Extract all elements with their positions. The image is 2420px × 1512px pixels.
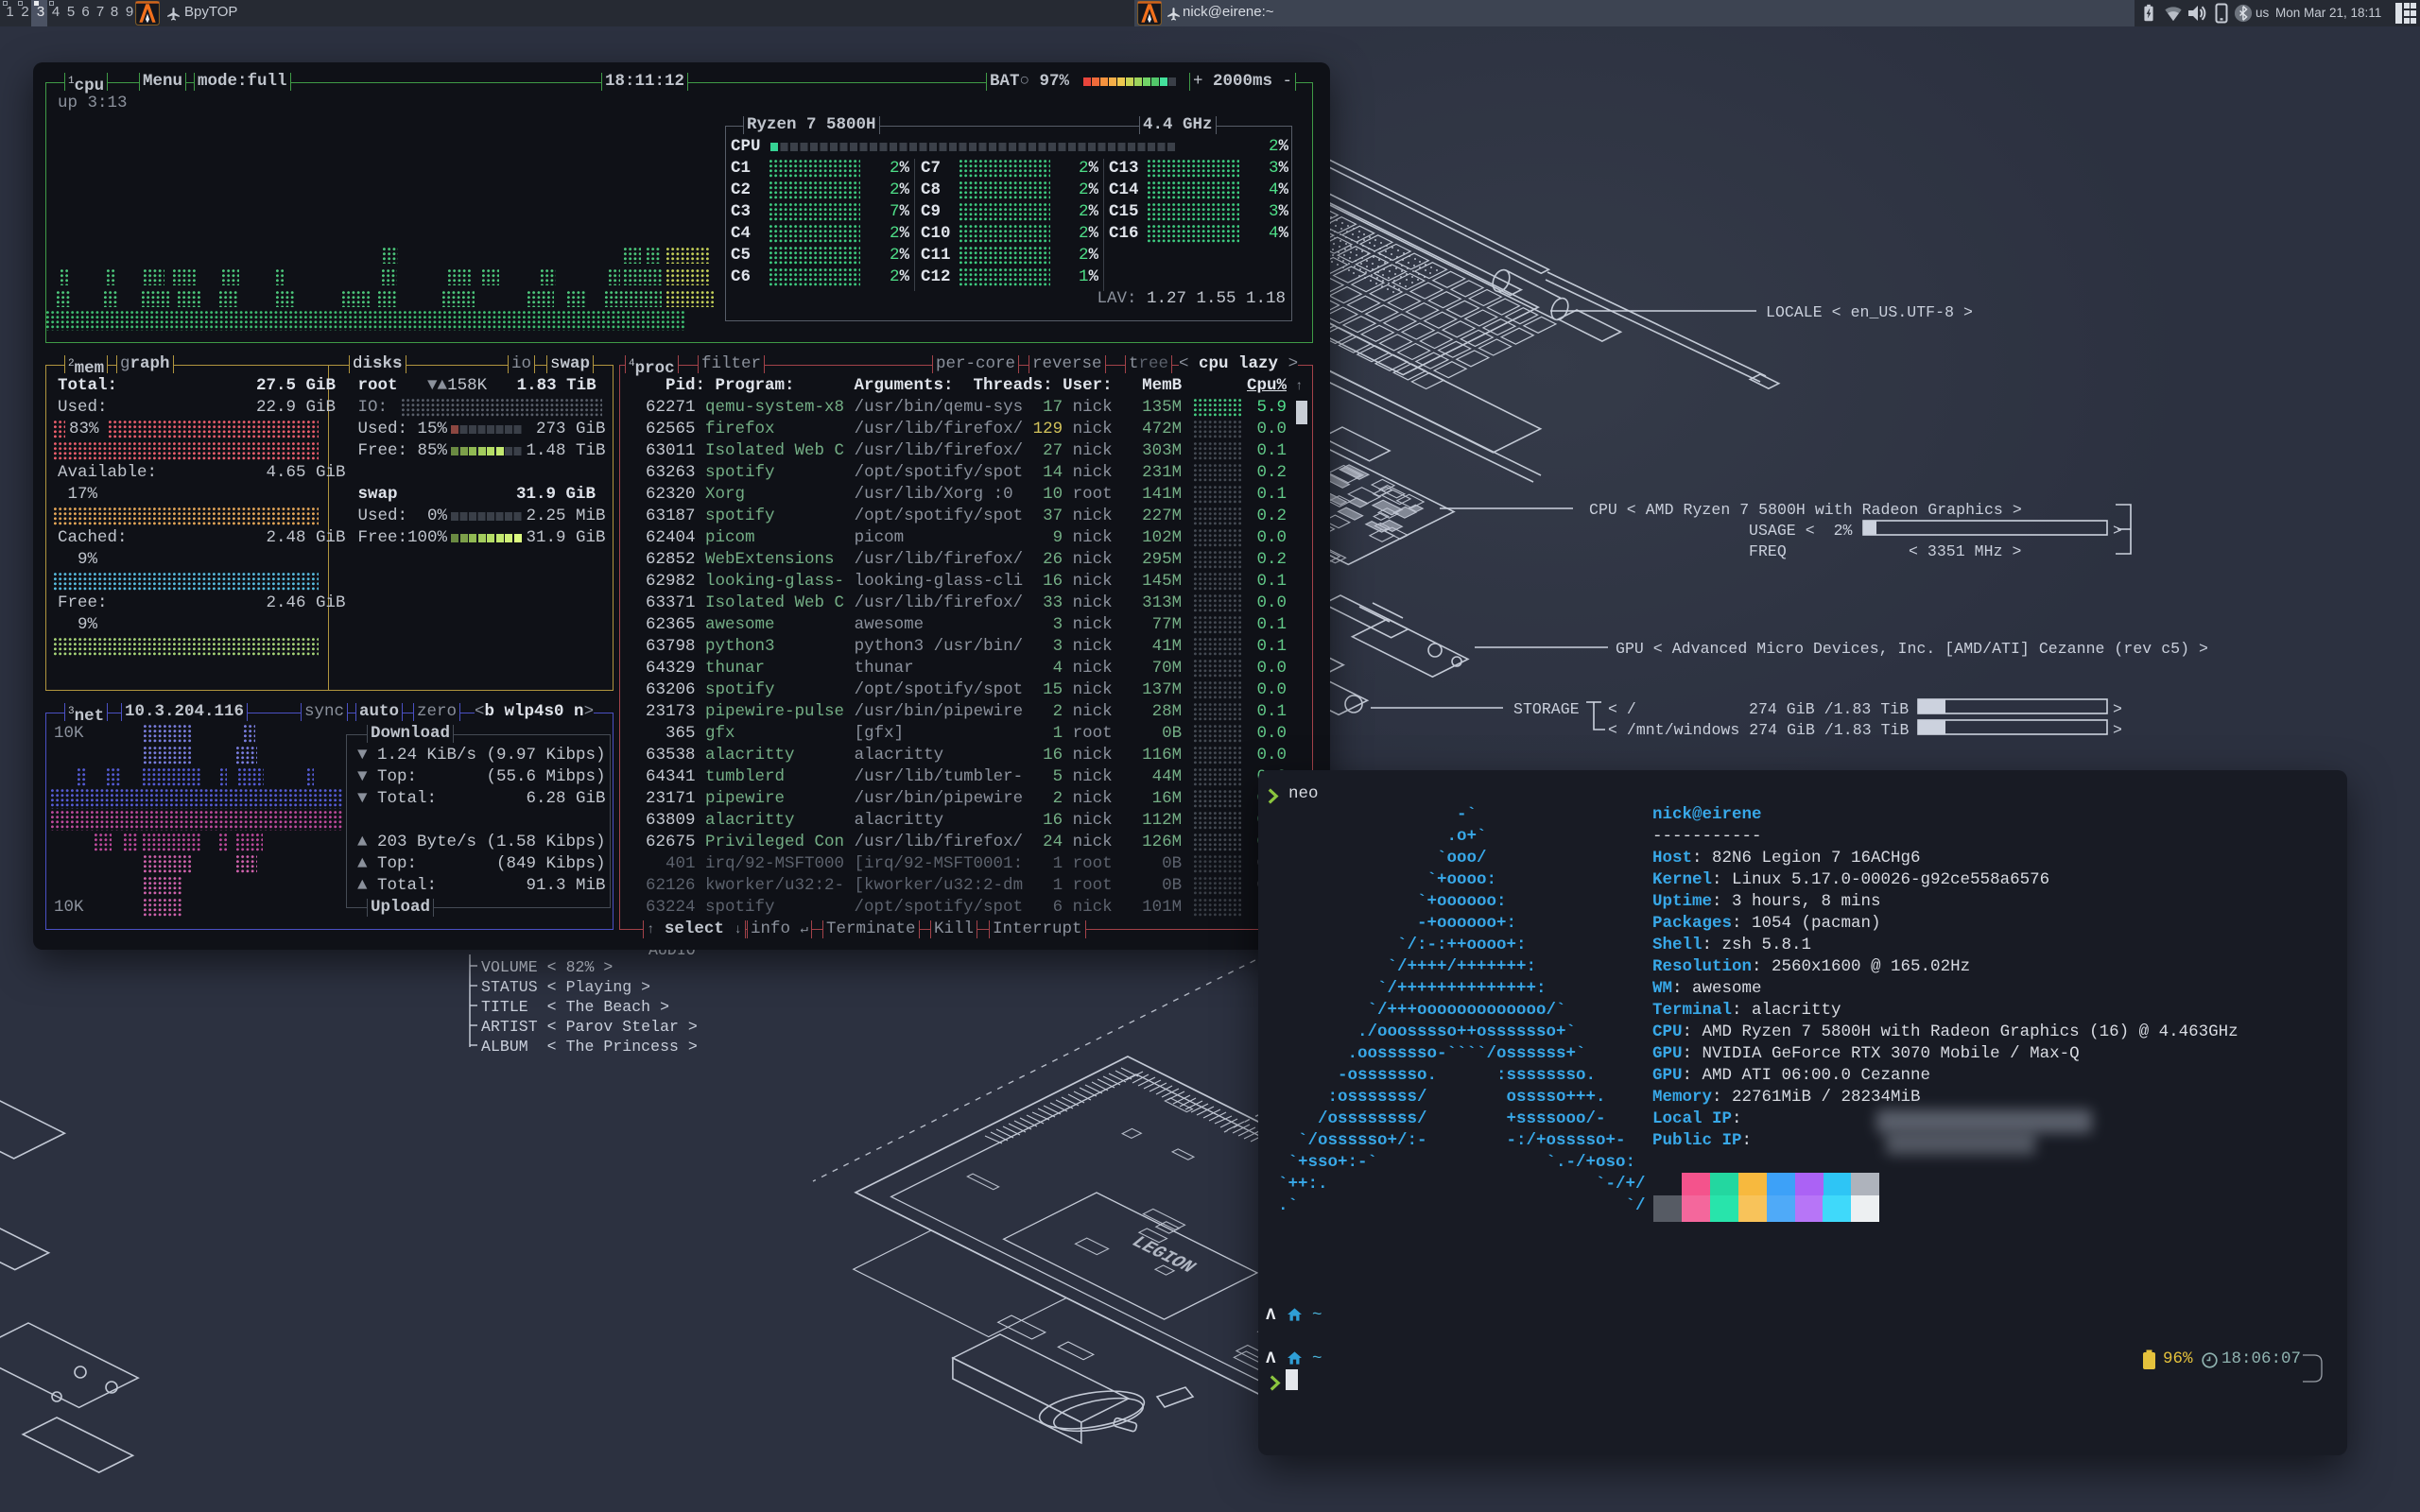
svg-text:ALBUM < The Princess >: ALBUM < The Princess > [481, 1038, 698, 1056]
svg-text:GPU < Advanced Micro Devices,: GPU < Advanced Micro Devices, Inc. [AMD/… [1616, 640, 2208, 658]
svg-text:< 3351 MHz >: < 3351 MHz > [1909, 542, 2021, 560]
svg-text:< /: < / [1608, 700, 1636, 718]
svg-text:>: > [2113, 700, 2122, 718]
svg-text:TITLE < The Beach >: TITLE < The Beach > [481, 998, 669, 1016]
svg-text:USAGE < 2%: USAGE < 2% [1749, 522, 1853, 540]
svg-text:274 GiB /1.83 TiB: 274 GiB /1.83 TiB [1749, 700, 1909, 718]
svg-text:STORAGE: STORAGE [1513, 700, 1580, 718]
svg-text:>: > [2113, 721, 2122, 739]
svg-text:ARTIST < Parov Stelar >: ARTIST < Parov Stelar > [481, 1018, 698, 1036]
svg-text:>: > [2113, 522, 2122, 540]
svg-text:STATUS < Playing >: STATUS < Playing > [481, 978, 650, 996]
svg-text:CPU < AMD Ryzen 7 5800H with R: CPU < AMD Ryzen 7 5800H with Radeon Grap… [1589, 501, 2022, 519]
svg-text:LOCALE < en_US.UTF-8 >: LOCALE < en_US.UTF-8 > [1766, 303, 1973, 321]
svg-text:FREQ: FREQ [1749, 542, 1787, 560]
svg-text:< /mnt/windows 274 GiB /1.83 T: < /mnt/windows 274 GiB /1.83 TiB [1608, 721, 1909, 739]
svg-text:VOLUME < 82% >: VOLUME < 82% > [481, 958, 613, 976]
